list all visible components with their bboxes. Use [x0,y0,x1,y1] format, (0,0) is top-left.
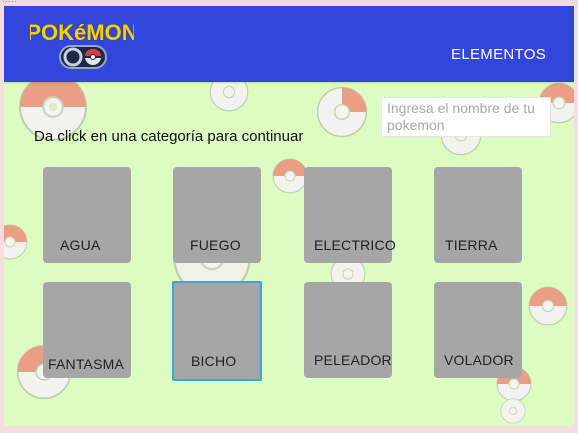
pokeball-bg-icon [500,398,526,424]
pokeball-bg-icon [316,86,368,138]
category-card-fantasma[interactable]: FANTASMA [43,282,131,378]
pokemon-search-input[interactable] [382,98,550,136]
category-label: FUEGO [190,237,241,253]
svg-text:GO: GO [81,71,83,73]
category-card-electrico[interactable]: ELECTRICO [304,167,396,263]
nav-link-elementos[interactable]: ELEMENTOS [451,46,546,63]
category-label: VOLADOR [444,352,514,368]
category-card-volador[interactable]: VOLADOR [434,282,522,378]
category-card-fuego[interactable]: FUEGO [173,167,261,263]
pokemon-go-logo: POKéMON GO [30,19,134,73]
category-label: TIERRA [445,237,498,253]
category-card-bicho[interactable]: BICHO [172,281,262,381]
category-label: AGUA [60,237,101,253]
category-label: ELECTRICO [314,237,396,253]
pokemon-search-field[interactable] [381,97,551,137]
category-label: PELEADOR [314,352,392,368]
instruction-text: Da click en una categoría para continuar [34,128,304,145]
pokeball-bg-icon [4,224,28,260]
category-label: BICHO [191,353,237,369]
category-card-agua[interactable]: AGUA [43,167,131,263]
category-label: FANTASMA [48,356,125,372]
pokeball-bg-icon [272,158,308,194]
pokeball-bg-icon [528,286,568,326]
app-bar: POKéMON GO ELEMENTOS [4,6,574,82]
app-container: POKéMON GO ELEMENTOS Da click en una cat… [4,6,574,426]
svg-text:POKéMON: POKéMON [30,20,134,45]
category-card-tierra[interactable]: TIERRA [434,167,522,263]
category-card-peleador[interactable]: PELEADOR [304,282,392,378]
